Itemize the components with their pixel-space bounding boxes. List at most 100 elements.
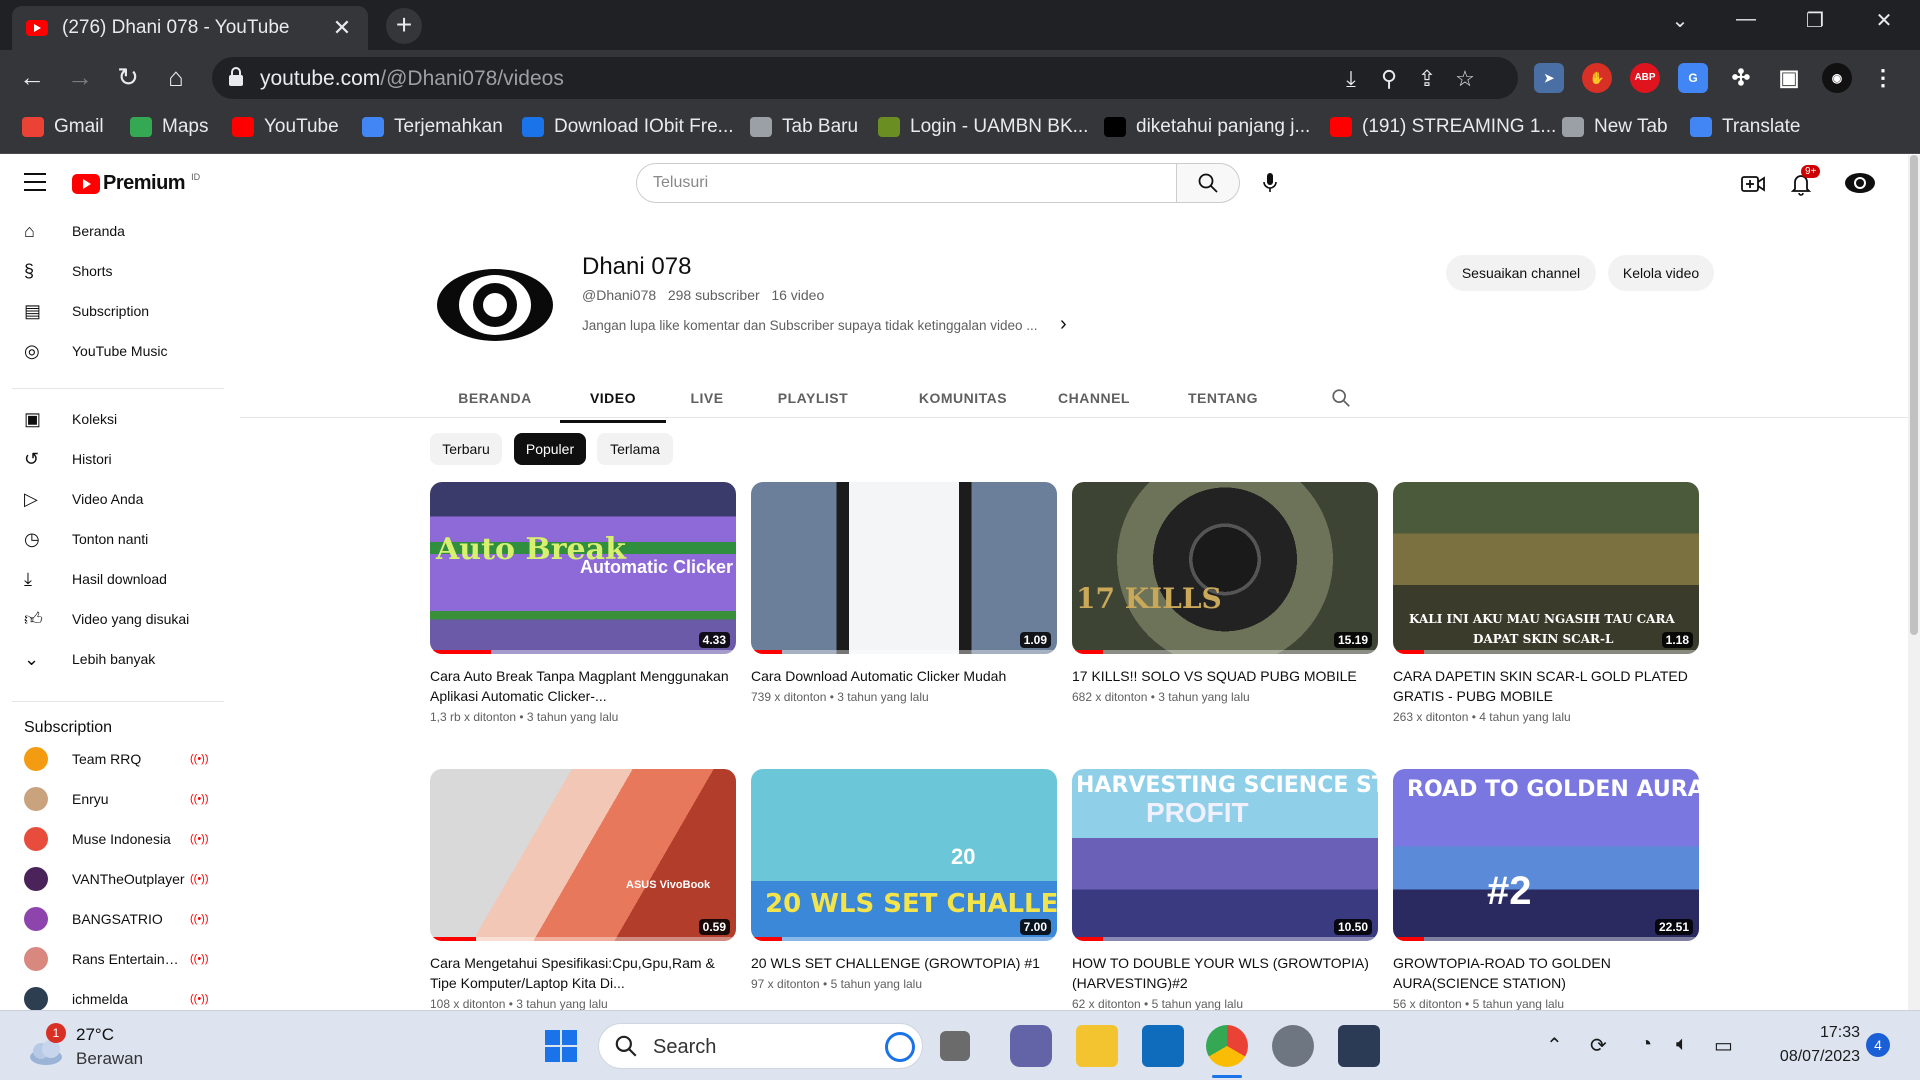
sidebar-item-subscription[interactable]: ▤ Subscription — [12, 291, 222, 331]
bookmark-item[interactable]: New Tab — [1562, 116, 1668, 138]
bookmark-item[interactable]: Translate — [1690, 116, 1801, 138]
subscription-channel-item[interactable]: VANTheOutplayer ((•)) — [12, 859, 212, 899]
wifi-icon[interactable]: ◔ — [1640, 1033, 1652, 1056]
windows-start-icon[interactable] — [540, 1025, 582, 1067]
sidebar-item-shorts[interactable]: § Shorts — [12, 251, 222, 291]
video-title[interactable]: 20 WLS SET CHALLENGE (GROWTOPIA) #1 — [751, 953, 1057, 973]
bookmark-item[interactable]: diketahui panjang j... — [1104, 116, 1310, 138]
new-tab-button[interactable]: + — [386, 8, 422, 44]
video-thumbnail[interactable]: 20 WLS SET CHALLENGE 20 7.00 — [751, 769, 1057, 941]
notification-center-badge[interactable]: 4 — [1866, 1033, 1890, 1057]
tab-channel[interactable]: CHANNEL — [1044, 373, 1144, 423]
app-window-icon[interactable] — [1338, 1025, 1380, 1067]
sync-icon[interactable]: ⟳ — [1590, 1033, 1607, 1058]
profile-avatar[interactable]: ◉ — [1822, 63, 1852, 93]
close-window-icon[interactable]: ✕ — [1864, 8, 1904, 38]
adblock-plus-icon[interactable]: ABP — [1630, 63, 1660, 93]
bookmark-item[interactable]: Login - UAMBN BK... — [878, 116, 1088, 138]
browser-menu-icon[interactable]: ⋮ — [1868, 63, 1898, 93]
subscription-channel-item[interactable]: BANGSATRIO ((•)) — [12, 899, 212, 939]
subscription-channel-item[interactable]: Team RRQ ((•)) — [12, 739, 212, 779]
home-icon[interactable]: ⌂ — [160, 62, 192, 94]
subscription-channel-item[interactable]: Enryu ((•)) — [12, 779, 212, 819]
tab-live[interactable]: LIVE — [672, 373, 742, 423]
video-thumbnail[interactable]: ROAD TO GOLDEN AURA #2 22.51 — [1393, 769, 1699, 941]
microsoft-store-icon[interactable] — [1142, 1025, 1184, 1067]
bookmark-item[interactable]: Maps — [130, 116, 208, 138]
video-thumbnail[interactable]: 17 KILLS 15.19 — [1072, 482, 1378, 654]
video-thumbnail[interactable]: Auto Break Automatic Clicker 4.33 — [430, 482, 736, 654]
taskbar-search[interactable]: Search — [598, 1023, 923, 1069]
filter-chip-terlama[interactable]: Terlama — [597, 433, 673, 465]
tab-tentang[interactable]: TENTANG — [1176, 373, 1270, 423]
sidebar-item-hasil-download[interactable]: ⤓ Hasil download — [12, 559, 222, 599]
volume-icon[interactable]: 🔈︎ — [1676, 1033, 1688, 1056]
sidebar-item-video-anda[interactable]: ▷ Video Anda — [12, 479, 222, 519]
video-card[interactable]: Auto Break Automatic Clicker 4.33 Cara Auto… — [430, 482, 736, 724]
channel-search-icon[interactable] — [1330, 387, 1352, 409]
chevron-right-icon[interactable]: › — [1060, 313, 1067, 336]
scrollbar-thumb[interactable] — [1910, 155, 1918, 635]
subscription-channel-item[interactable]: Rans Entertainm... ((•)) — [12, 939, 212, 979]
extensions-puzzle-icon[interactable]: ✣ — [1726, 63, 1756, 93]
system-clock[interactable]: 17:33 08/07/2023 — [1760, 1021, 1860, 1069]
tab-komunitas[interactable]: KOMUNITAS — [898, 373, 1028, 423]
address-bar[interactable]: youtube.com/@Dhani078/videos ⤓ ⚲ ⇪ ☆ — [212, 57, 1518, 99]
video-thumbnail[interactable]: KALI INI AKU MAU NGASIH TAU CARA DAPAT SK… — [1393, 482, 1699, 654]
sidebar-item-tonton-nanti[interactable]: ◷ Tonton nanti — [12, 519, 222, 559]
browser-tab-youtube[interactable]: (276) Dhani 078 - YouTube ✕ — [12, 6, 368, 50]
create-video-icon[interactable] — [1738, 169, 1768, 199]
reload-icon[interactable]: ↻ — [112, 62, 144, 94]
share-icon[interactable]: ⇪ — [1414, 66, 1440, 92]
teams-chat-icon[interactable] — [1010, 1025, 1052, 1067]
notifications-button[interactable]: 9+ — [1786, 165, 1821, 199]
youtube-premium-logo[interactable]: Premium ID — [72, 172, 200, 195]
battery-icon[interactable]: ▭ — [1714, 1033, 1733, 1058]
sidebar-item-lebih-banyak[interactable]: ⌄ Lebih banyak — [12, 639, 222, 679]
search-input[interactable]: Telusuri — [636, 163, 1177, 203]
settings-gear-icon[interactable] — [1272, 1025, 1314, 1067]
video-title[interactable]: Cara Auto Break Tanpa Magplant Menggunak… — [430, 666, 736, 706]
extension-cursor-icon[interactable]: ➤ — [1534, 63, 1564, 93]
lock-icon[interactable] — [228, 67, 244, 87]
video-card[interactable]: HARVESTING SCIENCE STATIONPROFIT 10.50 HOW… — [1072, 769, 1378, 1010]
tab-video[interactable]: VIDEO — [560, 373, 666, 423]
weather-widget[interactable]: 1 27°C Berawan — [26, 1021, 176, 1071]
task-view-icon[interactable] — [940, 1031, 970, 1061]
video-title[interactable]: 17 KILLS!! SOLO VS SQUAD PUBG MOBILE — [1072, 666, 1378, 686]
manage-videos-button[interactable]: Kelola video — [1608, 255, 1714, 291]
sidebar-item-video-yang-disukai[interactable]: 👍︎ Video yang disukai — [12, 599, 222, 639]
bookmark-item[interactable]: YouTube — [232, 116, 339, 138]
bookmark-item[interactable]: Terjemahkan — [362, 116, 503, 138]
account-avatar[interactable] — [1844, 167, 1876, 199]
video-thumbnail[interactable]: ASUS VivoBook 0.59 — [430, 769, 736, 941]
tab-beranda[interactable]: BERANDA — [440, 373, 550, 423]
video-title[interactable]: GROWTOPIA-ROAD TO GOLDEN AURA(SCIENCE ST… — [1393, 953, 1699, 993]
bing-icon[interactable] — [885, 1032, 915, 1062]
video-card[interactable]: 20 WLS SET CHALLENGE207.00 20 WLS SET CHA… — [751, 769, 1057, 991]
video-card[interactable]: ASUS VivoBook 0.59 Cara Mengetahui Spesifi… — [430, 769, 736, 1010]
video-title[interactable]: HOW TO DOUBLE YOUR WLS (GROWTOPIA) (HARV… — [1072, 953, 1378, 993]
tray-chevron-up-icon[interactable]: ⌃ — [1546, 1033, 1563, 1058]
tab-playlist[interactable]: PLAYLIST — [758, 373, 868, 423]
filter-chip-populer[interactable]: Populer — [514, 433, 586, 465]
sidebar-item-koleksi[interactable]: ▣ Koleksi — [12, 399, 222, 439]
extension-hand-icon[interactable]: ✋ — [1582, 63, 1612, 93]
bookmark-star-icon[interactable]: ☆ — [1452, 66, 1478, 92]
video-card[interactable]: 1.09 Cara Download Automatic Clicker Muda… — [751, 482, 1057, 704]
sidebar-item-histori[interactable]: ↺ Histori — [12, 439, 222, 479]
chrome-taskbar-icon[interactable] — [1206, 1025, 1248, 1067]
minimize-icon[interactable]: — — [1726, 8, 1766, 38]
filter-chip-terbaru[interactable]: Terbaru — [430, 433, 502, 465]
forward-arrow-icon[interactable]: → — [64, 62, 96, 94]
bookmark-item[interactable]: Download IObit Fre... — [522, 116, 734, 138]
channel-description[interactable]: Jangan lupa like komentar dan Subscriber… — [582, 318, 1082, 333]
video-thumbnail[interactable]: 1.09 — [751, 482, 1057, 654]
tab-search-chevron-icon[interactable]: ⌄ — [1660, 8, 1700, 38]
restore-icon[interactable]: ❐ — [1795, 8, 1835, 38]
bookmark-item[interactable]: Tab Baru — [750, 116, 858, 138]
customize-channel-button[interactable]: Sesuaikan channel — [1446, 255, 1596, 291]
video-title[interactable]: Cara Mengetahui Spesifikasi:Cpu,Gpu,Ram … — [430, 953, 736, 993]
subscription-channel-item[interactable]: ichmelda ((•)) — [12, 979, 212, 1010]
video-title[interactable]: Cara Download Automatic Clicker Mudah — [751, 666, 1057, 686]
